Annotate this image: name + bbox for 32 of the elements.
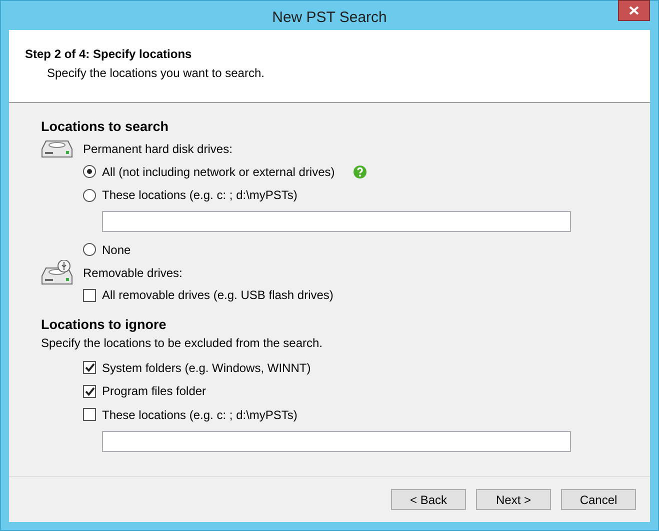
section-description: Specify the locations to be excluded from the search. [41,336,324,350]
window-title: New PST Search [272,8,387,26]
checkbox[interactable] [83,384,96,398]
step-description: Specify the locations you want to search. [47,66,266,80]
checkbox-label[interactable]: System folders (e.g. Windows, WINNT) [102,360,311,375]
close-icon [629,6,639,15]
group-label: Permanent hard disk drives: [83,142,232,156]
step-title: Step 2 of 4: Specify locations [25,47,193,61]
locations-field[interactable] [102,430,571,452]
radio-label[interactable]: All (not including network or external drives) [102,164,335,179]
hard-drive-icon [41,139,73,159]
close-button[interactable] [618,0,650,21]
checkbox[interactable] [83,361,96,374]
radio-button[interactable] [83,243,96,256]
help-icon[interactable] [352,164,367,179]
checkbox[interactable] [83,408,96,422]
wizard-button[interactable]: Next > [476,489,551,510]
section-heading: Locations to ignore [41,317,168,332]
radio-button[interactable] [83,188,96,202]
checkbox-label[interactable]: Program files folder [102,384,206,398]
wizard-button[interactable]: Cancel [561,489,636,510]
wizard-button[interactable]: < Back [391,489,466,510]
locations-field[interactable] [102,211,571,232]
checkbox-label[interactable]: These locations (e.g. c: ; d:\myPSTs) [102,408,298,422]
group-label: Removable drives: [83,266,182,280]
section-heading: Locations to search [41,119,170,134]
checkbox-label[interactable]: All removable drives (e.g. USB flash drives) [102,288,334,302]
radio-button[interactable] [83,165,96,178]
checkbox[interactable] [83,288,96,302]
radio-label[interactable]: These locations (e.g. c: ; d:\myPSTs) [102,188,298,202]
radio-label[interactable]: None [102,242,131,257]
usb-drive-icon [41,260,73,286]
